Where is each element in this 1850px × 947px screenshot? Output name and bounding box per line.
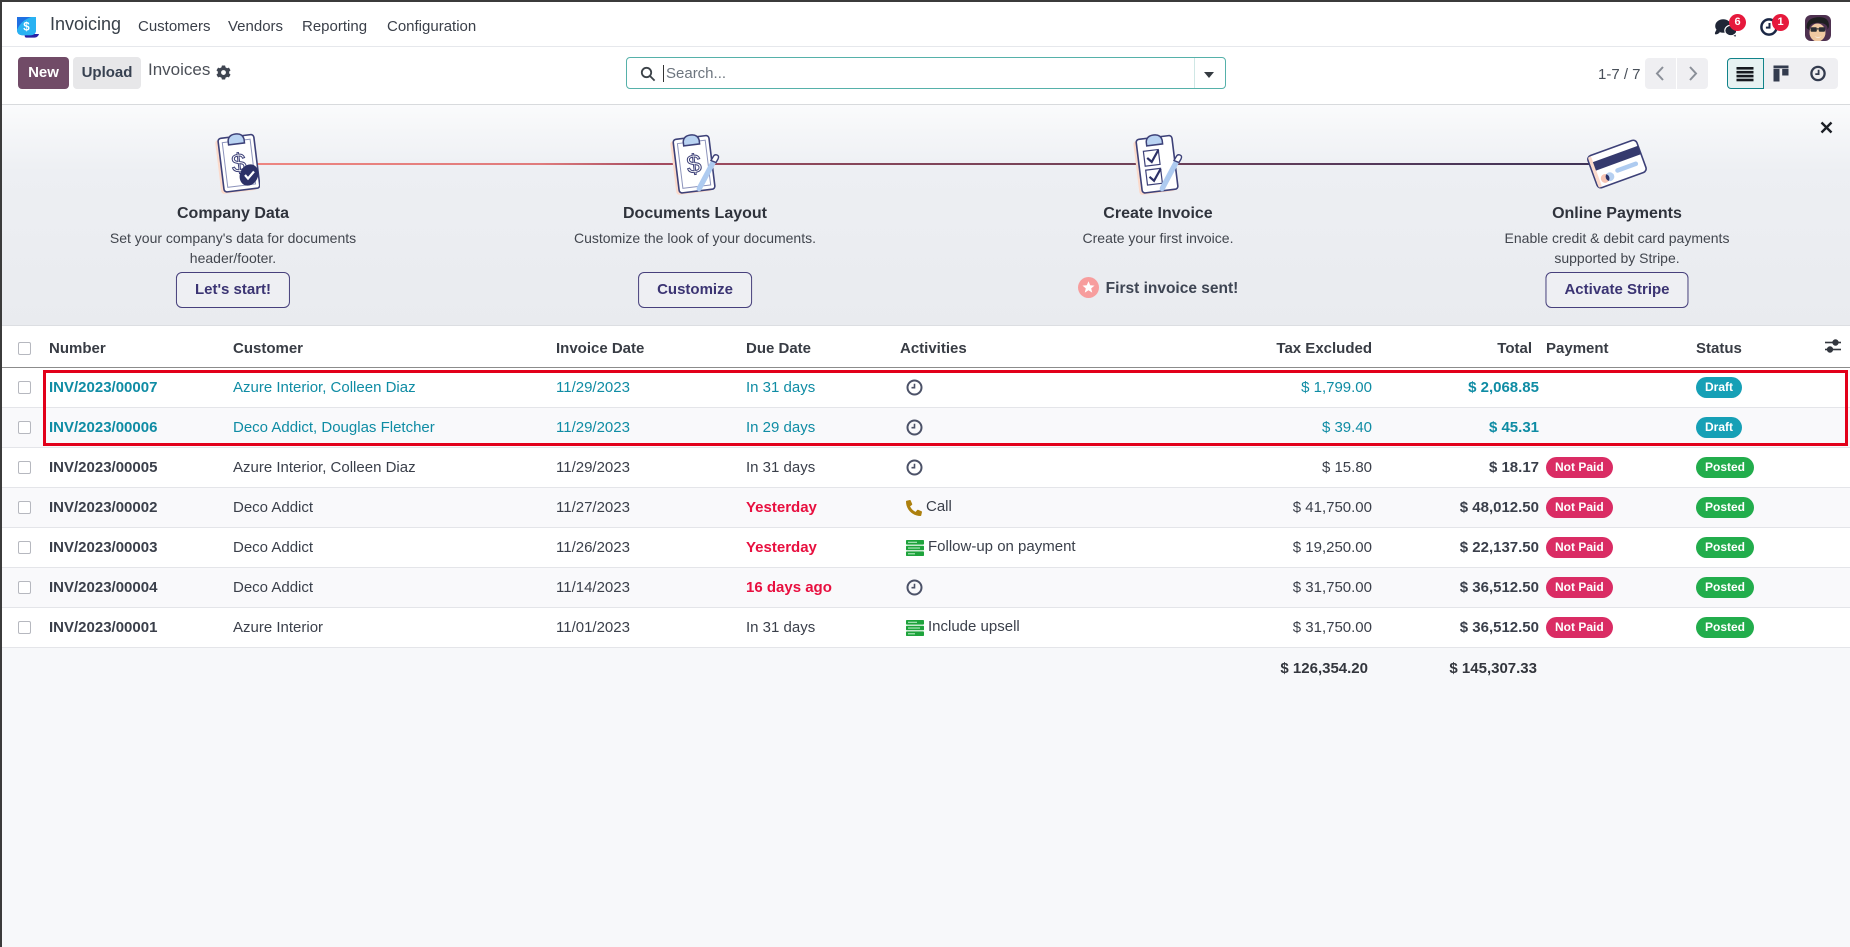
svg-text:$: $ bbox=[23, 22, 30, 34]
